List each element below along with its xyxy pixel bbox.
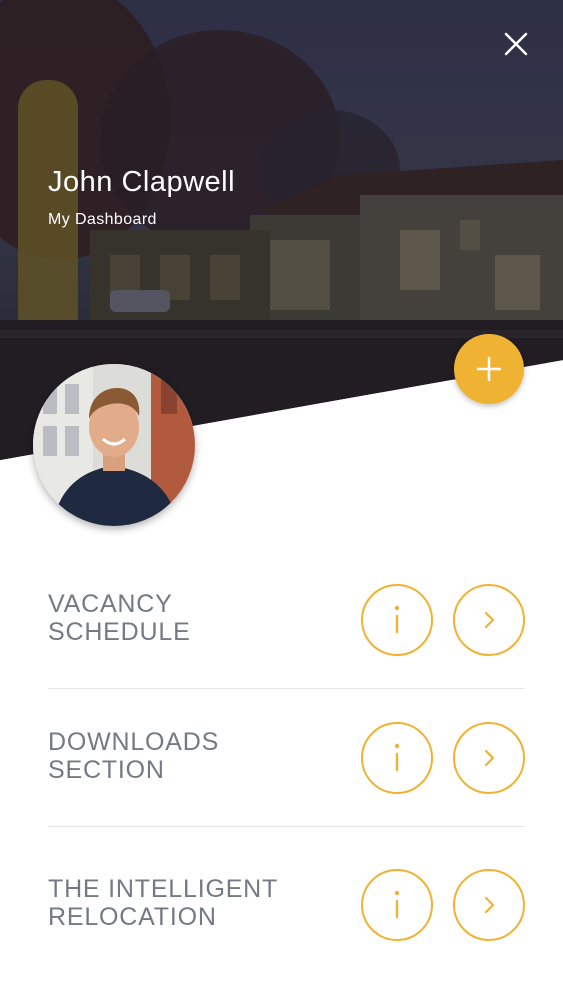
menu-item-downloads-section[interactable]: DOWNLOADS SECTION	[48, 722, 525, 818]
menu-item-label-line1: VACANCY	[48, 590, 173, 618]
chevron-right-icon	[484, 611, 495, 629]
menu-item-label-line1: THE INTELLIGENT	[48, 875, 279, 903]
dashboard-subtitle: My Dashboard	[48, 211, 157, 228]
avatar[interactable]	[33, 364, 195, 526]
menu-item-label-line2: SECTION	[48, 756, 165, 784]
info-icon	[394, 605, 400, 634]
info-button[interactable]	[361, 869, 433, 941]
info-icon	[394, 890, 400, 919]
menu-item-label-line2: RELOCATION	[48, 903, 217, 931]
menu-item-label: DOWNLOADS SECTION	[48, 728, 348, 784]
info-button[interactable]	[361, 722, 433, 794]
menu-item-label-line1: DOWNLOADS	[48, 728, 220, 756]
chevron-right-icon	[484, 896, 495, 914]
open-button[interactable]	[453, 869, 525, 941]
menu-item-intelligent-relocation[interactable]: THE INTELLIGENT RELOCATION	[48, 869, 525, 965]
menu-item-label-line2: SCHEDULE	[48, 618, 191, 646]
divider	[48, 826, 525, 827]
open-button[interactable]	[453, 722, 525, 794]
menu-item-label: THE INTELLIGENT RELOCATION	[48, 875, 348, 931]
chevron-right-icon	[484, 749, 495, 767]
user-name: John Clapwell	[48, 166, 236, 198]
close-icon	[504, 32, 528, 56]
menu-item-label: VACANCY SCHEDULE	[48, 590, 348, 646]
divider	[48, 688, 525, 689]
close-button[interactable]	[496, 24, 536, 64]
open-button[interactable]	[453, 584, 525, 656]
menu-item-vacancy-schedule[interactable]: VACANCY SCHEDULE	[48, 584, 525, 680]
plus-icon	[476, 356, 502, 382]
avatar-photo	[33, 364, 195, 526]
add-button[interactable]	[454, 334, 524, 404]
info-button[interactable]	[361, 584, 433, 656]
info-icon	[394, 743, 400, 772]
